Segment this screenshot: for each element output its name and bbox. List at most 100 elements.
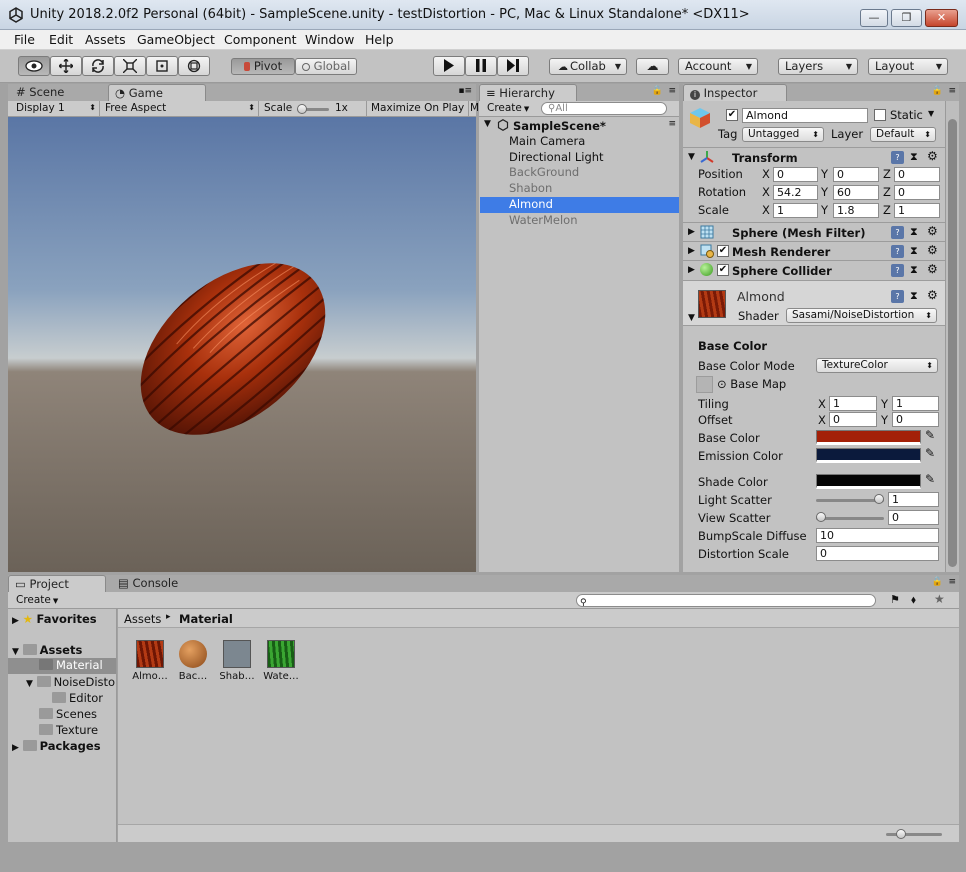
tree-texture[interactable]: Texture <box>39 723 98 737</box>
gear-icon[interactable]: ⚙ <box>927 243 938 257</box>
scale-z-field[interactable]: 1 <box>894 203 940 218</box>
position-x-field[interactable]: 0 <box>773 167 818 182</box>
thumbnail-size-slider-knob[interactable] <box>896 829 906 839</box>
shade-color-swatch[interactable] <box>816 474 921 489</box>
scale-y-field[interactable]: 1.8 <box>833 203 879 218</box>
asset-thumbnail-shabon[interactable] <box>223 640 251 668</box>
caret-down-icon[interactable]: ▼ <box>26 679 33 689</box>
static-checkbox[interactable] <box>874 109 886 121</box>
close-button[interactable]: ✕ <box>925 9 958 27</box>
panel-menu-icon[interactable]: ▪≡ <box>458 86 472 96</box>
caret-down-icon[interactable]: ▼ <box>688 313 695 323</box>
tree-material[interactable]: Material <box>8 658 116 674</box>
preset-sliders-icon[interactable]: ⧗ <box>910 263 918 277</box>
light-scatter-slider-knob[interactable] <box>874 494 884 504</box>
panel-menu-icon[interactable]: ≡ <box>948 86 956 96</box>
rect-tool-button[interactable] <box>146 56 178 76</box>
hierarchy-item-shabon[interactable]: Shabon <box>480 181 679 197</box>
panel-menu-icon[interactable]: ≡ <box>668 86 676 96</box>
project-create-dropdown[interactable]: Create ▼ <box>12 593 68 608</box>
preset-sliders-icon[interactable]: ⧗ <box>910 150 918 164</box>
tree-favorites[interactable]: ▶ ★ Favorites <box>12 612 97 626</box>
restore-button[interactable]: ❐ <box>891 9 922 27</box>
eyedropper-icon[interactable]: ✎ <box>925 472 935 486</box>
distortion-scale-field[interactable]: 0 <box>816 546 939 561</box>
star-icon[interactable]: ★ <box>934 592 945 606</box>
mesh-renderer-checkbox[interactable]: ✔ <box>717 245 729 257</box>
tab-hierarchy[interactable]: ≡ Hierarchy <box>479 84 577 101</box>
label-tag-icon[interactable]: ⬧ <box>911 593 916 607</box>
menu-edit[interactable]: Edit <box>49 32 73 47</box>
asset-label-background[interactable]: Bac… <box>169 671 217 682</box>
tiling-x-field[interactable]: 1 <box>829 396 877 411</box>
play-button[interactable] <box>433 56 465 76</box>
tree-noisedistortion[interactable]: ▼ NoiseDisto <box>26 675 115 689</box>
scene-row[interactable]: ▼ SampleScene* ≡ <box>480 118 679 134</box>
asset-thumbnail-watermelon[interactable] <box>267 640 295 668</box>
project-search-input[interactable]: ⚲ <box>576 594 876 607</box>
asset-thumbnail-background[interactable] <box>179 640 207 668</box>
mute-audio-toggle[interactable]: M <box>468 101 479 116</box>
hierarchy-item-directional-light[interactable]: Directional Light <box>480 150 679 166</box>
caret-right-icon[interactable]: ▶ <box>12 743 19 753</box>
menu-window[interactable]: Window <box>305 32 354 47</box>
sphere-collider-checkbox[interactable]: ✔ <box>717 264 729 276</box>
tab-inspector[interactable]: i Inspector <box>683 84 787 101</box>
search-by-type-icon[interactable]: ⚑ <box>890 593 900 606</box>
hand-tool-button[interactable] <box>18 56 50 76</box>
caret-right-icon[interactable]: ▶ <box>688 246 695 256</box>
asset-label-watermelon[interactable]: Wate… <box>257 671 305 682</box>
eyedropper-icon[interactable]: ✎ <box>925 446 935 460</box>
preset-sliders-icon[interactable]: ⧗ <box>910 244 918 258</box>
object-picker-icon[interactable]: ⊙ <box>717 377 727 391</box>
active-checkbox[interactable]: ✔ <box>726 109 738 121</box>
help-book-icon[interactable]: ? <box>891 264 904 277</box>
preset-sliders-icon[interactable]: ⧗ <box>910 289 918 303</box>
asset-label-almond[interactable]: Almo… <box>126 671 174 682</box>
position-y-field[interactable]: 0 <box>833 167 879 182</box>
tag-dropdown[interactable]: Untagged ⬍ <box>742 127 824 142</box>
lock-icon[interactable]: 🔒 <box>932 577 943 587</box>
base-map-texture-slot[interactable] <box>696 376 713 393</box>
object-name-field[interactable]: Almond <box>742 108 868 123</box>
lock-icon[interactable]: 🔒 <box>652 86 663 96</box>
hierarchy-create-dropdown[interactable]: Create ▼ <box>483 101 539 116</box>
caret-right-icon[interactable]: ▶ <box>688 265 695 275</box>
emission-color-swatch[interactable] <box>816 448 921 463</box>
hierarchy-item-background[interactable]: BackGround <box>480 165 679 181</box>
step-button[interactable] <box>497 56 529 76</box>
tree-editor[interactable]: Editor <box>52 691 103 705</box>
hierarchy-search-input[interactable]: ⚲All <box>541 102 667 115</box>
aspect-dropdown[interactable]: Free Aspect ⬍ <box>101 101 259 116</box>
help-book-icon[interactable]: ? <box>891 226 904 239</box>
display-dropdown[interactable]: Display 1 ⬍ <box>12 101 100 116</box>
breadcrumb-material[interactable]: Material <box>179 612 233 626</box>
bump-scale-field[interactable]: 10 <box>816 528 939 543</box>
minimize-button[interactable]: — <box>860 9 888 27</box>
menu-help[interactable]: Help <box>365 32 394 47</box>
thumbnail-size-slider-track[interactable] <box>886 833 942 836</box>
tab-project[interactable]: ▭ Project <box>8 575 106 592</box>
scene-menu-icon[interactable]: ≡ <box>668 119 676 129</box>
rotate-tool-button[interactable] <box>82 56 114 76</box>
pause-button[interactable] <box>465 56 497 76</box>
caret-right-icon[interactable]: ▶ <box>688 227 695 237</box>
base-color-mode-dropdown[interactable]: TextureColor ⬍ <box>816 358 938 373</box>
tree-scenes[interactable]: Scenes <box>39 707 97 721</box>
layers-dropdown[interactable]: Layers ▼ <box>778 58 858 75</box>
tree-assets[interactable]: ▼ Assets <box>12 643 82 657</box>
light-scatter-field[interactable]: 1 <box>888 492 939 507</box>
collab-dropdown[interactable]: ☁ Collab ▼ <box>549 58 627 75</box>
cloud-button[interactable]: ☁ <box>636 58 669 75</box>
view-scatter-field[interactable]: 0 <box>888 510 939 525</box>
base-color-swatch[interactable] <box>816 430 921 445</box>
game-scale-slider-knob[interactable] <box>297 104 307 114</box>
inspector-scrollbar-thumb[interactable] <box>948 119 957 567</box>
lock-icon[interactable]: 🔒 <box>932 86 943 96</box>
help-book-icon[interactable]: ? <box>891 290 904 303</box>
panel-menu-icon[interactable]: ≡ <box>948 577 956 587</box>
hierarchy-item-main-camera[interactable]: Main Camera <box>480 134 679 150</box>
preset-sliders-icon[interactable]: ⧗ <box>910 225 918 239</box>
rotation-z-field[interactable]: 0 <box>894 185 940 200</box>
account-dropdown[interactable]: Account ▼ <box>678 58 758 75</box>
